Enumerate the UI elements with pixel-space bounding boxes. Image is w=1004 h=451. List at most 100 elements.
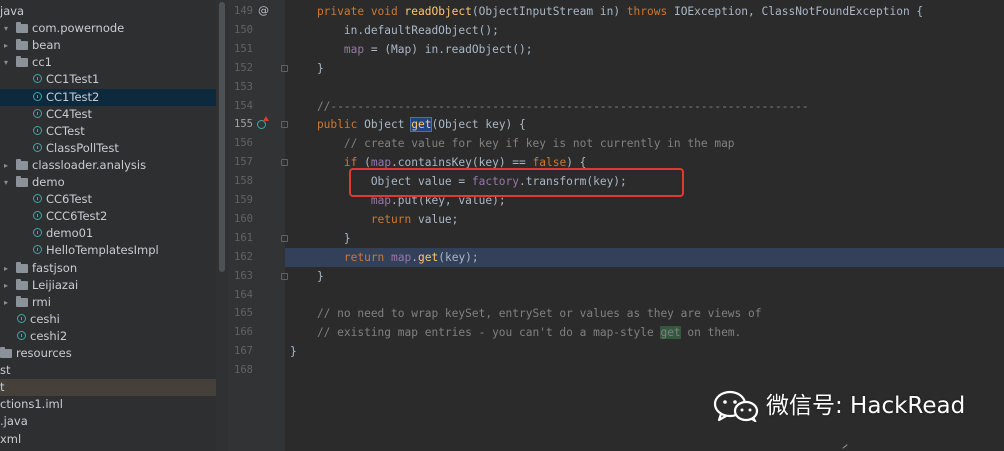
tree-item[interactable]: CCC6Test2: [0, 208, 216, 225]
tree-item[interactable]: ▸ rmi: [0, 294, 216, 311]
tree-item[interactable]: CC4Test: [0, 106, 216, 123]
tree-item[interactable]: .java: [0, 413, 216, 430]
line-number[interactable]: 158: [228, 172, 253, 191]
tree-item[interactable]: CC6Test: [0, 191, 216, 208]
tree-item[interactable]: ▸ bean: [0, 37, 216, 54]
code-line[interactable]: map = (Map) in.readObject();: [290, 40, 533, 59]
code-token: return: [290, 250, 392, 264]
code-token: }: [290, 269, 324, 283]
line-number[interactable]: 152: [228, 59, 253, 78]
tree-item[interactable]: st: [0, 362, 216, 379]
tree-item[interactable]: java: [0, 3, 216, 20]
line-number[interactable]: 150: [228, 21, 253, 40]
tree-item[interactable]: ceshi: [0, 311, 216, 328]
tree-item-label: cc1: [32, 55, 52, 70]
code-line[interactable]: }: [290, 229, 351, 248]
line-number[interactable]: 159: [228, 191, 253, 210]
tree-item[interactable]: ▸ fastjson: [0, 260, 216, 277]
tree-item-label: xml: [0, 431, 22, 446]
tree-item[interactable]: demo01: [0, 225, 216, 242]
line-number[interactable]: 149: [228, 2, 253, 21]
tree-item[interactable]: ClassPollTest: [0, 140, 216, 157]
code-line[interactable]: return value;: [290, 210, 459, 229]
line-number[interactable]: 151: [228, 40, 253, 59]
code-token: = (Map) in.readObject();: [364, 42, 533, 56]
code-line[interactable]: // existing map entries - you can't do a…: [290, 323, 741, 342]
folder-icon: [16, 56, 28, 68]
code-token: }: [290, 345, 297, 359]
code-token: get: [410, 117, 433, 133]
tree-item[interactable]: ▾ cc1: [0, 54, 216, 71]
fold-marker-icon[interactable]: [281, 272, 288, 280]
code-line[interactable]: public Object get(Object key) {: [290, 115, 526, 134]
line-number[interactable]: 155: [228, 115, 253, 134]
line-number[interactable]: 160: [228, 210, 253, 229]
wechat-icon: [713, 390, 759, 422]
tree-item-label: com.powernode: [32, 21, 125, 36]
project-tree[interactable]: java ▾ com.powernode ▸ bean ▾ cc1 CC1Test1 CC1Te…: [0, 0, 216, 451]
line-number[interactable]: 163: [228, 267, 253, 286]
tree-scrollbar-thumb[interactable]: [219, 2, 225, 272]
code-line[interactable]: // no need to wrap keySet, entrySet or v…: [290, 304, 762, 323]
line-number[interactable]: 153: [228, 78, 253, 97]
tree-item[interactable]: ▾ demo: [0, 174, 216, 191]
java-class-icon: [17, 313, 26, 323]
override-marker-icon[interactable]: @: [258, 4, 269, 17]
java-class-icon: [33, 142, 42, 152]
code-token: }: [290, 231, 351, 245]
tree-item[interactable]: t: [0, 379, 216, 397]
code-token: get: [660, 326, 681, 340]
code-line[interactable]: return map.get(key);: [290, 248, 479, 267]
code-token: get: [418, 250, 439, 264]
tree-item-label: CC1Test1: [46, 72, 100, 87]
code-line[interactable]: private void readObject(ObjectInputStrea…: [290, 2, 923, 21]
tree-item-label: rmi: [32, 294, 51, 309]
code-line[interactable]: }: [290, 59, 324, 78]
fold-marker-icon[interactable]: [281, 64, 288, 72]
tree-item[interactable]: ▸ classloader.analysis: [0, 157, 216, 174]
fold-marker-icon[interactable]: [281, 159, 288, 167]
chevron-right-icon[interactable]: ▸: [4, 277, 8, 294]
java-class-icon: [33, 74, 42, 84]
code-line[interactable]: // create value for key if key is not cu…: [290, 134, 735, 153]
tree-item[interactable]: CCTest: [0, 123, 216, 140]
tree-item[interactable]: resources: [0, 345, 216, 362]
line-number[interactable]: 165: [228, 304, 253, 323]
line-number[interactable]: 164: [228, 286, 253, 305]
tree-item[interactable]: ▾ com.powernode: [0, 20, 216, 37]
code-line[interactable]: }: [290, 342, 297, 361]
line-number[interactable]: 166: [228, 323, 253, 342]
line-number[interactable]: 154: [228, 97, 253, 116]
code-line[interactable]: in.defaultReadObject();: [290, 21, 499, 40]
tree-item-label: demo: [32, 175, 65, 189]
tree-item[interactable]: xml: [0, 431, 216, 448]
fold-marker-icon[interactable]: [281, 234, 288, 242]
chevron-right-icon[interactable]: ▸: [4, 37, 8, 54]
line-number[interactable]: 156: [228, 134, 253, 153]
line-number[interactable]: 157: [228, 153, 253, 172]
chevron-right-icon[interactable]: ▸: [4, 260, 8, 277]
tree-item[interactable]: CC1Test2: [0, 88, 216, 106]
chevron-right-icon[interactable]: ▸: [4, 294, 8, 311]
line-number[interactable]: 168: [228, 361, 253, 380]
implements-method-icon[interactable]: [257, 116, 269, 129]
line-number[interactable]: 162: [228, 248, 253, 267]
fold-marker-icon[interactable]: [281, 121, 288, 129]
tree-item[interactable]: ▸ Leijiazai: [0, 277, 216, 294]
chevron-down-icon[interactable]: ▾: [4, 20, 8, 37]
code-line[interactable]: //--------------------------------------…: [290, 97, 809, 116]
chevron-down-icon[interactable]: ▾: [4, 174, 8, 191]
tree-item[interactable]: ctions1.iml: [0, 396, 216, 413]
line-number[interactable]: 161: [228, 229, 253, 248]
folder-icon: [16, 278, 28, 290]
chevron-right-icon[interactable]: ▸: [4, 157, 8, 174]
tree-item[interactable]: ceshi2: [0, 328, 216, 345]
line-number[interactable]: 167: [228, 342, 253, 361]
tree-item[interactable]: HelloTemplatesImpl: [0, 242, 216, 259]
chevron-down-icon[interactable]: ▾: [4, 54, 8, 71]
tree-item[interactable]: CC1Test1: [0, 71, 216, 88]
code-line[interactable]: }: [290, 267, 324, 286]
java-class-icon: [33, 194, 42, 204]
tree-item-label: ceshi: [30, 311, 60, 326]
